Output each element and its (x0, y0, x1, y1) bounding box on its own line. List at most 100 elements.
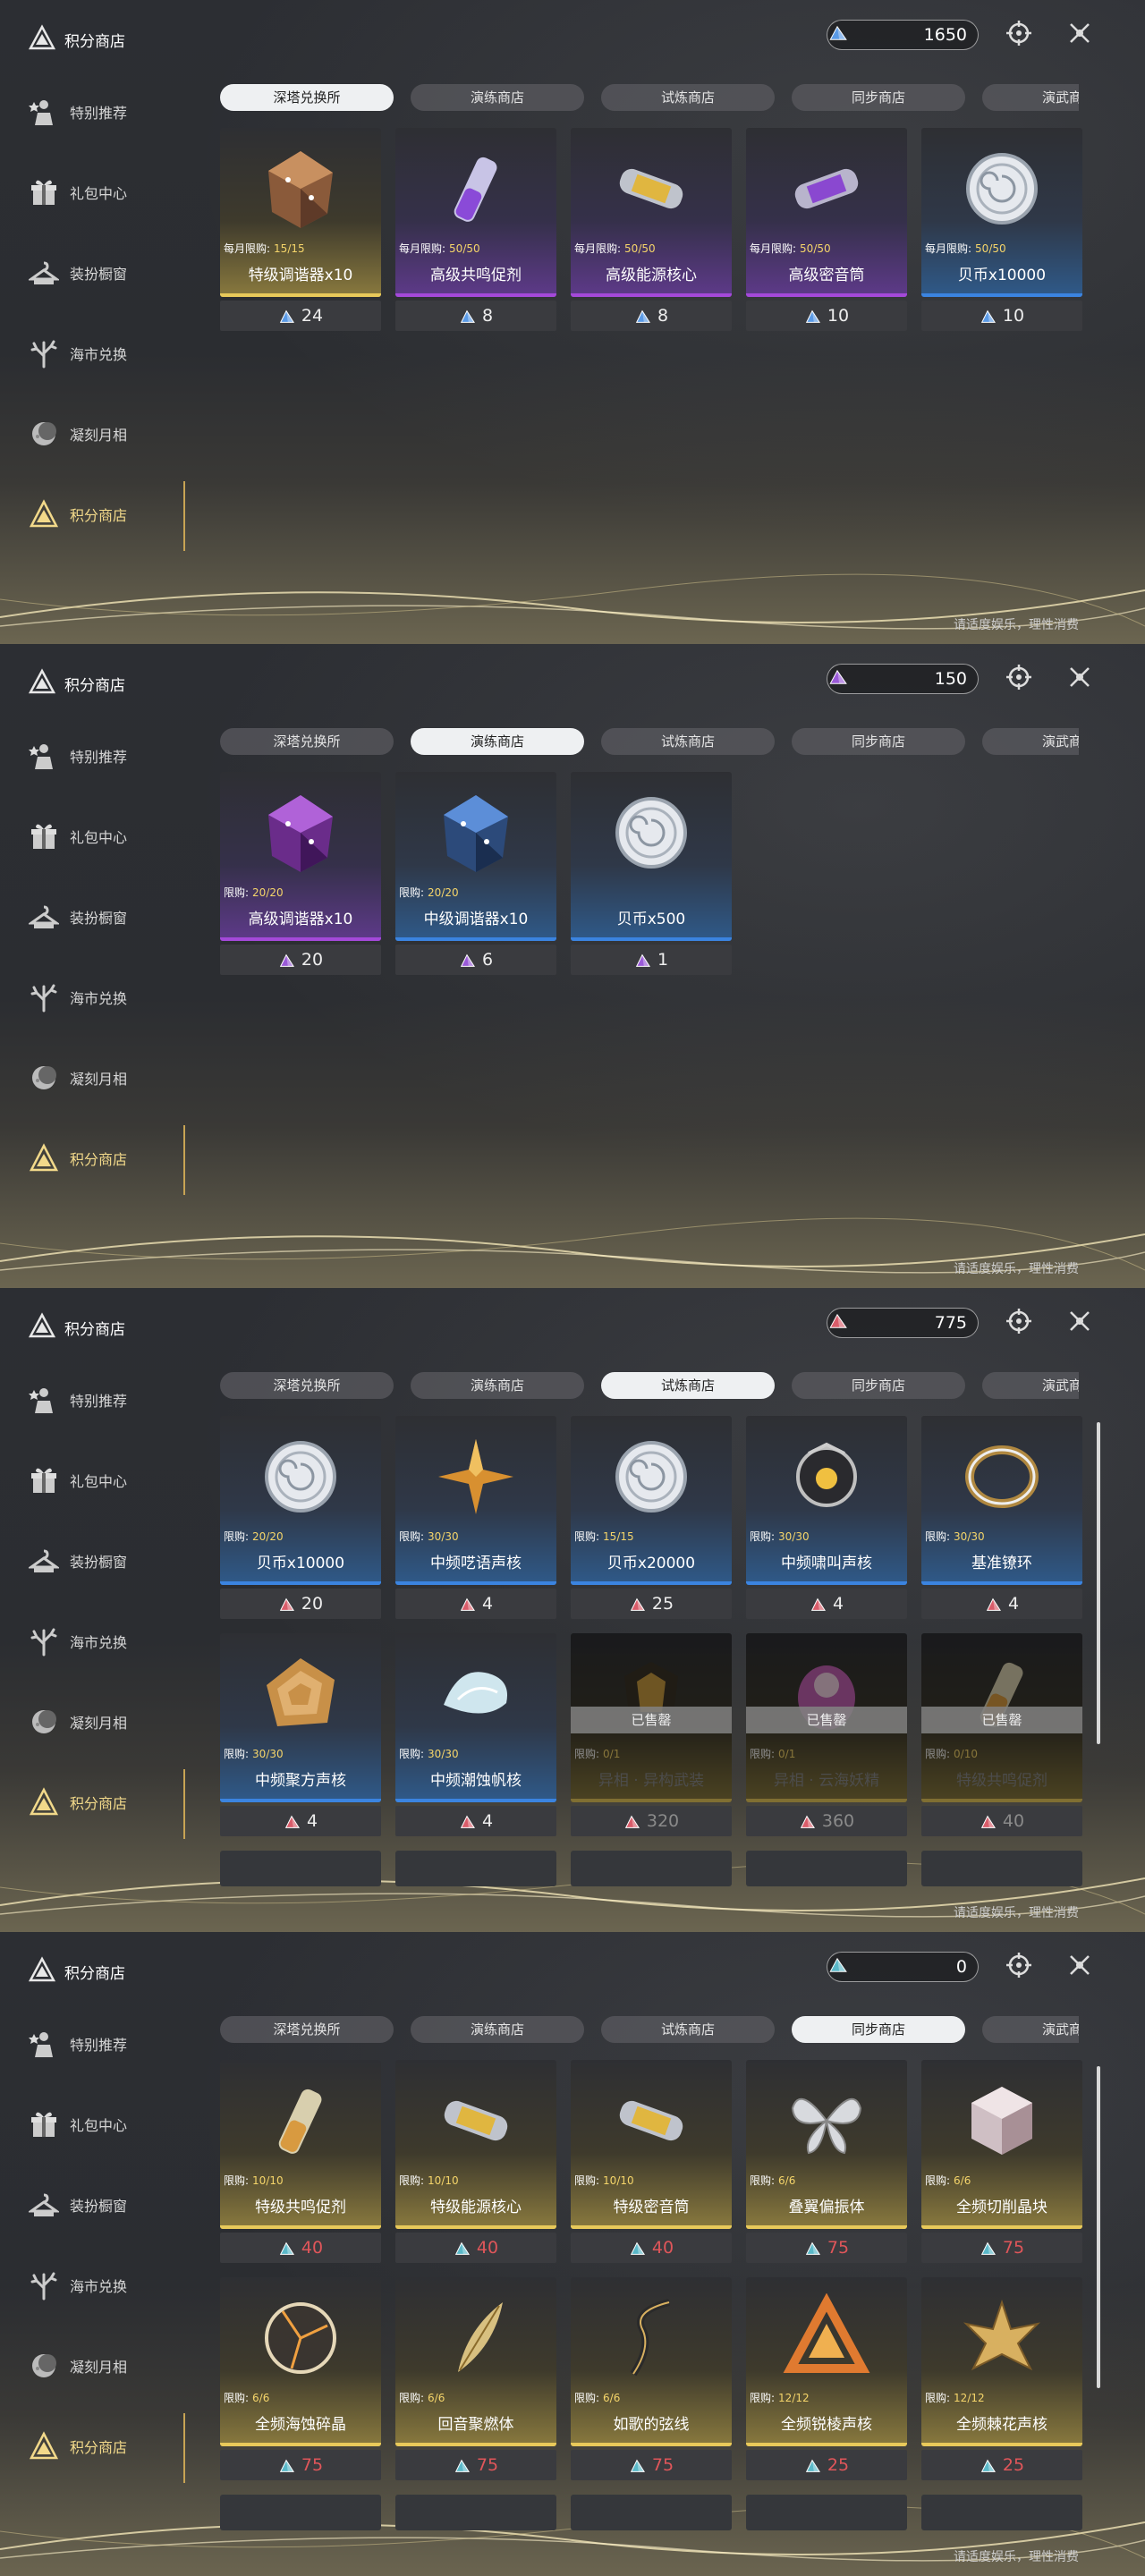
shop-item-card[interactable]: 每月限购: 15/15 特级调谐器x10 24 (220, 128, 381, 331)
shop-item-card[interactable]: 限购: 6/6 如歌的弦线 75 (571, 2277, 732, 2480)
item-price[interactable]: 4 (395, 1806, 556, 1836)
scrollbar[interactable] (1097, 1422, 1100, 1744)
shop-item-card[interactable]: 限购: 30/30 中频聚方声核 4 (220, 1633, 381, 1836)
shop-item-card[interactable]: 每月限购: 50/50 高级能源核心 8 (571, 128, 732, 331)
shop-item-card[interactable]: 限购: 30/30 中频潮蚀帆核 4 (395, 1633, 556, 1836)
sidebar-item[interactable]: 特别推荐 (25, 1360, 204, 1440)
tab-3[interactable]: 同步商店 (792, 1372, 965, 1399)
sidebar-item[interactable]: 积分商店 (25, 1118, 204, 1199)
tab-0[interactable]: 深塔兑换所 (220, 2016, 394, 2043)
tab-3[interactable]: 同步商店 (792, 2016, 965, 2043)
sidebar-item[interactable]: 礼包中心 (25, 2084, 204, 2165)
item-price[interactable]: 4 (220, 1806, 381, 1836)
item-price[interactable]: 320 (571, 1806, 732, 1836)
shop-item-card[interactable]: 限购: 0/1 异相 · 云海妖精 已售罄 360 (746, 1633, 907, 1836)
crosshair-button[interactable] (1004, 664, 1034, 694)
tab-4[interactable]: 演武商店 (982, 2016, 1079, 2043)
item-price[interactable]: 40 (395, 2233, 556, 2263)
sidebar-item[interactable]: 装扮橱窗 (25, 877, 204, 957)
sidebar-item[interactable]: 礼包中心 (25, 152, 204, 233)
item-price[interactable]: 40 (571, 2233, 732, 2263)
sidebar-item[interactable]: 积分商店 (25, 1762, 204, 1843)
tab-4[interactable]: 演武商店 (982, 84, 1079, 111)
shop-item-card[interactable]: 限购: 20/20 中级调谐器x10 6 (395, 772, 556, 975)
shop-item-card[interactable]: 每月限购: 50/50 高级密音筒 10 (746, 128, 907, 331)
item-price[interactable]: 25 (571, 1589, 732, 1619)
item-price[interactable]: 40 (220, 2233, 381, 2263)
item-price[interactable]: 4 (395, 1589, 556, 1619)
item-price[interactable]: 75 (395, 2450, 556, 2480)
shop-item-card[interactable]: 限购: 10/10 特级能源核心 40 (395, 2060, 556, 2263)
crosshair-button[interactable] (1004, 1308, 1034, 1338)
item-price[interactable]: 25 (746, 2450, 907, 2480)
close-button[interactable] (1064, 1952, 1095, 1982)
tab-3[interactable]: 同步商店 (792, 728, 965, 755)
sidebar-item[interactable]: 凝刻月相 (25, 1038, 204, 1118)
shop-item-card[interactable]: 限购: 12/12 全频棘花声核 25 (921, 2277, 1082, 2480)
item-price[interactable]: 8 (571, 301, 732, 331)
scrollbar[interactable] (1097, 2066, 1100, 2388)
item-price[interactable]: 75 (921, 2233, 1082, 2263)
shop-item-card[interactable]: 限购: 6/6 叠翼偏振体 75 (746, 2060, 907, 2263)
item-price[interactable]: 4 (921, 1589, 1082, 1619)
tab-2[interactable]: 试炼商店 (601, 1372, 775, 1399)
shop-item-card[interactable]: 每月限购: 50/50 贝币x10000 10 (921, 128, 1082, 331)
shop-item-card[interactable]: 限购: 15/15 贝币x20000 25 (571, 1416, 732, 1619)
sidebar-item[interactable]: 凝刻月相 (25, 1682, 204, 1762)
tab-4[interactable]: 演武商店 (982, 1372, 1079, 1399)
sidebar-item[interactable]: 积分商店 (25, 2406, 204, 2487)
sidebar-item[interactable]: 特别推荐 (25, 2004, 204, 2084)
item-price[interactable]: 75 (571, 2450, 732, 2480)
sidebar-item[interactable]: 礼包中心 (25, 1440, 204, 1521)
item-price[interactable]: 40 (921, 1806, 1082, 1836)
item-price[interactable]: 75 (746, 2233, 907, 2263)
crosshair-button[interactable] (1004, 20, 1034, 50)
tab-1[interactable]: 演练商店 (411, 2016, 584, 2043)
item-price[interactable]: 75 (220, 2450, 381, 2480)
shop-item-card[interactable]: 限购: 30/30 中频啸叫声核 4 (746, 1416, 907, 1619)
tab-2[interactable]: 试炼商店 (601, 2016, 775, 2043)
sidebar-item[interactable]: 特别推荐 (25, 72, 204, 152)
tab-1[interactable]: 演练商店 (411, 84, 584, 111)
sidebar-item[interactable]: 装扮橱窗 (25, 233, 204, 313)
item-price[interactable]: 4 (746, 1589, 907, 1619)
shop-item-card[interactable]: 限购: 10/10 特级密音筒 40 (571, 2060, 732, 2263)
sidebar-item[interactable]: 特别推荐 (25, 716, 204, 796)
item-price[interactable]: 20 (220, 945, 381, 975)
close-button[interactable] (1064, 664, 1095, 694)
sidebar-item[interactable]: 凝刻月相 (25, 2326, 204, 2406)
shop-item-card[interactable]: 限购: 20/20 高级调谐器x10 20 (220, 772, 381, 975)
shop-item-card[interactable]: 限购: 12/12 全频锐棱声核 25 (746, 2277, 907, 2480)
sidebar-item[interactable]: 海市兑换 (25, 957, 204, 1038)
sidebar-item[interactable]: 海市兑换 (25, 1601, 204, 1682)
item-price[interactable]: 10 (746, 301, 907, 331)
tab-1[interactable]: 演练商店 (411, 1372, 584, 1399)
sidebar-item[interactable]: 装扮橱窗 (25, 1521, 204, 1601)
shop-item-card[interactable]: 限购: 6/6 全频海蚀碎晶 75 (220, 2277, 381, 2480)
tab-2[interactable]: 试炼商店 (601, 84, 775, 111)
item-price[interactable]: 1 (571, 945, 732, 975)
shop-item-card[interactable]: 限购: 6/6 全频切削晶块 75 (921, 2060, 1082, 2263)
close-button[interactable] (1064, 20, 1095, 50)
item-price[interactable]: 24 (220, 301, 381, 331)
shop-item-card[interactable]: 限购: 0/10 特级共鸣促剂 已售罄 40 (921, 1633, 1082, 1836)
tab-1[interactable]: 演练商店 (411, 728, 584, 755)
shop-item-card[interactable]: 每月限购: 50/50 高级共鸣促剂 8 (395, 128, 556, 331)
shop-item-card[interactable]: 贝币x500 1 (571, 772, 732, 975)
item-price[interactable]: 8 (395, 301, 556, 331)
item-price[interactable]: 360 (746, 1806, 907, 1836)
sidebar-item[interactable]: 海市兑换 (25, 313, 204, 394)
sidebar-item[interactable]: 海市兑换 (25, 2245, 204, 2326)
shop-item-card[interactable]: 限购: 30/30 中频呓语声核 4 (395, 1416, 556, 1619)
shop-item-card[interactable]: 限购: 0/1 异相 · 异构武装 已售罄 320 (571, 1633, 732, 1836)
shop-item-card[interactable]: 限购: 10/10 特级共鸣促剂 40 (220, 2060, 381, 2263)
shop-item-card[interactable]: 限购: 6/6 回音聚燃体 75 (395, 2277, 556, 2480)
item-price[interactable]: 10 (921, 301, 1082, 331)
sidebar-item[interactable]: 礼包中心 (25, 796, 204, 877)
item-price[interactable]: 6 (395, 945, 556, 975)
item-price[interactable]: 25 (921, 2450, 1082, 2480)
item-price[interactable]: 20 (220, 1589, 381, 1619)
tab-4[interactable]: 演武商店 (982, 728, 1079, 755)
shop-item-card[interactable]: 限购: 20/20 贝币x10000 20 (220, 1416, 381, 1619)
tab-0[interactable]: 深塔兑换所 (220, 84, 394, 111)
